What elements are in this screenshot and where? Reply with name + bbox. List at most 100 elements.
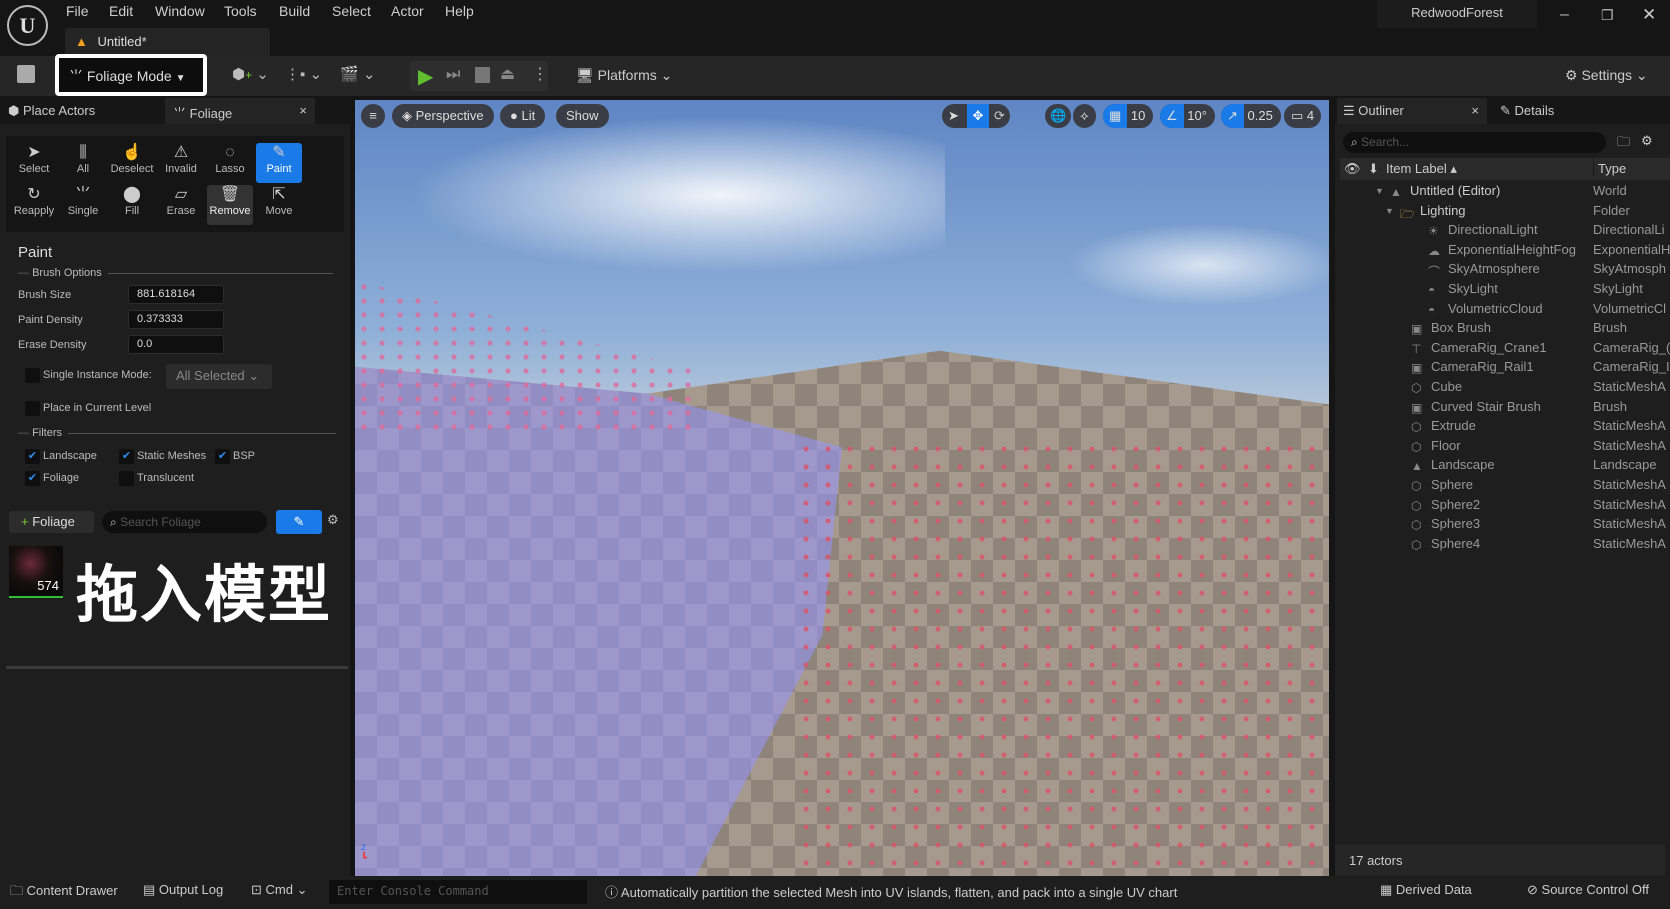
visibility-icon[interactable]: 👁 <box>1344 161 1361 177</box>
filter-foliage-checkbox[interactable]: ✔ <box>25 471 40 486</box>
blueprint-icon[interactable]: ⋮▪ ⌄ <box>285 65 322 83</box>
unreal-logo[interactable]: U <box>7 5 48 46</box>
brush-size-input[interactable]: 881.618164 <box>128 285 224 304</box>
pin-icon[interactable]: ⬇ <box>1368 161 1379 177</box>
outliner-row[interactable]: ⬡ Floor StaticMeshA <box>1340 438 1670 457</box>
stop-icon[interactable] <box>475 67 490 83</box>
minimize-button[interactable]: – <box>1560 6 1569 24</box>
content-drawer-button[interactable]: 🗀 Content Drawer <box>10 882 118 904</box>
menu-window[interactable]: Window <box>155 3 205 19</box>
advance-frame-icon[interactable]: ⏭ <box>446 66 460 84</box>
outliner-settings-icon[interactable]: ⚙ <box>1641 133 1653 149</box>
viewport-menu-button[interactable]: ≡ <box>361 104 385 128</box>
tool-erase[interactable]: ▱ Erase <box>158 185 204 225</box>
rotation-snap-button[interactable]: ∠ 10° <box>1160 104 1215 128</box>
camera-speed-button[interactable]: ▭ 4 <box>1284 104 1322 128</box>
foliage-type-thumbnail[interactable]: 574 <box>9 546 63 598</box>
paint-density-input[interactable]: 0.373333 <box>128 310 224 329</box>
show-button[interactable]: Show <box>556 104 609 128</box>
tab-foliage[interactable]: ⺌ Foliage × <box>165 98 315 124</box>
outliner-search-input[interactable]: ⌕ Search... <box>1343 132 1606 153</box>
outliner-row[interactable]: ⌒ SkyAtmosphere SkyAtmosph <box>1340 261 1670 280</box>
lit-button[interactable]: ● Lit <box>500 104 546 128</box>
outliner-row[interactable]: ▣ Box Brush Brush <box>1340 320 1670 339</box>
eject-icon[interactable]: ⏏ <box>500 64 515 84</box>
menu-file[interactable]: File <box>66 3 89 19</box>
add-folder-icon[interactable]: 🗀 <box>1617 133 1630 155</box>
platforms-button[interactable]: 🖥 Platforms ⌄ <box>576 67 672 84</box>
tool-invalid[interactable]: ⚠ Invalid <box>158 143 204 183</box>
tab-outliner[interactable]: ☰ Outliner × <box>1337 98 1487 124</box>
outliner-row[interactable]: ⊤ CameraRig_Crane1 CameraRig_( <box>1340 340 1670 359</box>
tab-details[interactable]: ✎ Details <box>1500 103 1554 119</box>
outliner-row[interactable]: ▼ 🗁 Lighting Folder <box>1340 203 1670 222</box>
add-actor-icon[interactable]: ⬢+ ⌄ <box>232 65 269 83</box>
outliner-row[interactable]: ▼ ▲ Untitled (Editor) World <box>1340 183 1670 202</box>
filter-landscape-checkbox[interactable]: ✔ <box>25 449 40 464</box>
outliner-row[interactable]: ☁ ExponentialHeightFog ExponentialH <box>1340 242 1670 261</box>
outliner-row[interactable]: ⬡ Sphere StaticMeshA <box>1340 477 1670 496</box>
single-instance-checkbox[interactable] <box>25 368 40 383</box>
outliner-row[interactable]: ▣ CameraRig_Rail1 CameraRig_I <box>1340 359 1670 378</box>
close-tab-icon[interactable]: × <box>1471 103 1479 118</box>
outliner-row[interactable]: ⬡ Sphere3 StaticMeshA <box>1340 516 1670 535</box>
filter-translucent-checkbox[interactable] <box>119 471 134 486</box>
tool-single[interactable]: ⺌ Single <box>60 185 106 225</box>
single-instance-dropdown[interactable]: All Selected ⌄ <box>166 364 272 389</box>
menu-help[interactable]: Help <box>445 3 474 19</box>
tab-place-actors[interactable]: ⬢ Place Actors <box>8 103 95 119</box>
source-control-button[interactable]: ⊘ Source Control Off <box>1527 882 1649 898</box>
add-foliage-button[interactable]: + Foliage <box>9 511 94 533</box>
filter-bsp-checkbox[interactable]: ✔ <box>215 449 230 464</box>
outliner-row[interactable]: ▣ Curved Stair Brush Brush <box>1340 399 1670 418</box>
tool-fill[interactable]: ⬤ Fill <box>109 185 155 225</box>
place-current-level-checkbox[interactable] <box>25 401 40 416</box>
restore-button[interactable]: ❐ <box>1601 7 1614 24</box>
tool-remove[interactable]: 🗑 Remove <box>207 185 253 225</box>
cinematics-icon[interactable]: 🎬 ⌄ <box>340 65 375 83</box>
tool-lasso[interactable]: ◌ Lasso <box>207 143 253 183</box>
close-button[interactable]: ✕ <box>1642 5 1656 25</box>
outliner-row[interactable]: ☀ DirectionalLight DirectionalLi <box>1340 222 1670 241</box>
save-icon[interactable] <box>17 65 35 83</box>
filter-static-meshes-checkbox[interactable]: ✔ <box>119 449 134 464</box>
tool-deselect[interactable]: ☝ Deselect <box>109 143 155 183</box>
item-label-column[interactable]: Item Label ▴ <box>1386 161 1457 177</box>
derived-data-button[interactable]: ▦ Derived Data <box>1380 882 1472 898</box>
menu-edit[interactable]: Edit <box>109 3 133 19</box>
type-column[interactable]: Type <box>1593 161 1626 176</box>
grid-snap-button[interactable]: ▦ 10 <box>1103 104 1154 128</box>
cmd-dropdown[interactable]: ⊡ Cmd ⌄ <box>251 882 308 898</box>
output-log-button[interactable]: ▤ Output Log <box>143 882 223 898</box>
outliner-row[interactable]: ◓ VolumetricCloud VolumetricCl <box>1340 301 1670 320</box>
outliner-row[interactable]: ⬡ Extrude StaticMeshA <box>1340 418 1670 437</box>
outliner-row[interactable]: ⬡ Sphere2 StaticMeshA <box>1340 497 1670 516</box>
tool-select[interactable]: ➤ Select <box>11 143 57 183</box>
tool-paint[interactable]: ✎ Paint <box>256 143 302 183</box>
foliage-settings-icon[interactable]: ⚙ <box>327 512 339 528</box>
paint-filter-button[interactable]: ✎ <box>276 510 322 534</box>
tool-reapply[interactable]: ↻ Reapply <box>11 185 57 225</box>
menu-build[interactable]: Build <box>279 3 310 19</box>
more-icon[interactable]: ⋮ <box>532 64 548 84</box>
erase-density-input[interactable]: 0.0 <box>128 335 224 354</box>
viewport[interactable]: z ┗ <box>355 100 1329 876</box>
tool-move[interactable]: ⇱ Move <box>256 185 302 225</box>
tool-all[interactable]: ⫼ All <box>60 143 106 183</box>
menu-select[interactable]: Select <box>332 3 371 19</box>
menu-actor[interactable]: Actor <box>391 3 424 19</box>
select-mode-icon[interactable]: ➤ <box>948 108 959 124</box>
play-icon[interactable]: ▶ <box>418 64 433 89</box>
close-tab-icon[interactable]: × <box>299 103 307 118</box>
rotate-icon[interactable]: ⟳ <box>994 108 1005 124</box>
search-foliage-input[interactable]: ⌕ Search Foliage <box>102 511 267 533</box>
surface-snap-button[interactable]: ⟡ <box>1073 104 1096 128</box>
document-tab[interactable]: ▲ Untitled* <box>65 28 270 56</box>
foliage-mode-button[interactable]: ⺌ Foliage Mode ▼ <box>55 54 207 96</box>
outliner-row[interactable]: ◓ SkyLight SkyLight <box>1340 281 1670 300</box>
settings-button[interactable]: ⚙ Settings ⌄ <box>1565 67 1648 84</box>
translate-icon[interactable]: ✥ <box>967 104 989 128</box>
outliner-row[interactable]: ⬡ Sphere4 StaticMeshA <box>1340 536 1670 555</box>
scale-snap-button[interactable]: ↗ 0.25 <box>1221 104 1281 128</box>
console-input[interactable]: Enter Console Command <box>329 880 587 904</box>
